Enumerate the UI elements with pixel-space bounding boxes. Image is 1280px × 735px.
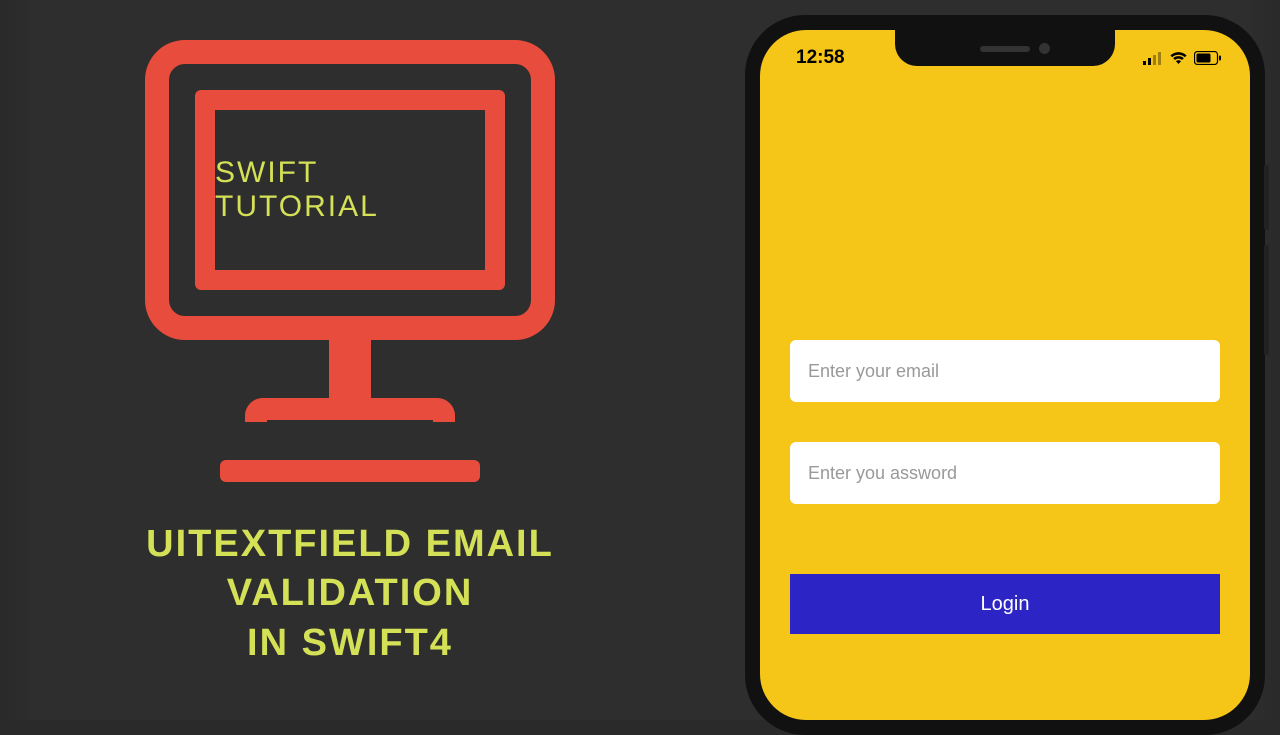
login-form: Login xyxy=(760,340,1250,634)
left-panel: SWIFT TUTORIAL UITEXTFIELD EMAIL VALIDAT… xyxy=(0,0,700,720)
email-field[interactable] xyxy=(790,340,1220,402)
password-field[interactable] xyxy=(790,442,1220,504)
monitor-neck xyxy=(329,338,371,400)
title-line-1: UITEXTFIELD EMAIL xyxy=(146,520,554,569)
login-button[interactable]: Login xyxy=(790,574,1220,634)
title-line-3: IN SWIFT4 xyxy=(146,619,554,668)
monitor-frame-inner: SWIFT TUTORIAL xyxy=(195,90,505,290)
signal-icon xyxy=(1143,52,1163,65)
monitor-label: SWIFT TUTORIAL xyxy=(215,156,485,224)
monitor-base-line xyxy=(220,460,480,482)
phone-screen: 12:58 Login xyxy=(760,30,1250,720)
wifi-icon xyxy=(1169,51,1188,65)
phone-mockup: 12:58 Login xyxy=(745,15,1265,735)
title-block: UITEXTFIELD EMAIL VALIDATION IN SWIFT4 xyxy=(146,520,554,668)
phone-side-button-1 xyxy=(1264,165,1269,230)
monitor-icon: SWIFT TUTORIAL xyxy=(130,40,570,460)
phone-side-button-2 xyxy=(1264,245,1269,355)
monitor-base xyxy=(245,398,455,422)
title-line-2: VALIDATION xyxy=(146,569,554,618)
status-icons xyxy=(1143,51,1222,65)
battery-icon xyxy=(1194,51,1222,65)
status-time: 12:58 xyxy=(796,47,845,69)
phone-notch xyxy=(895,30,1115,66)
monitor-frame-outer: SWIFT TUTORIAL xyxy=(145,40,555,340)
